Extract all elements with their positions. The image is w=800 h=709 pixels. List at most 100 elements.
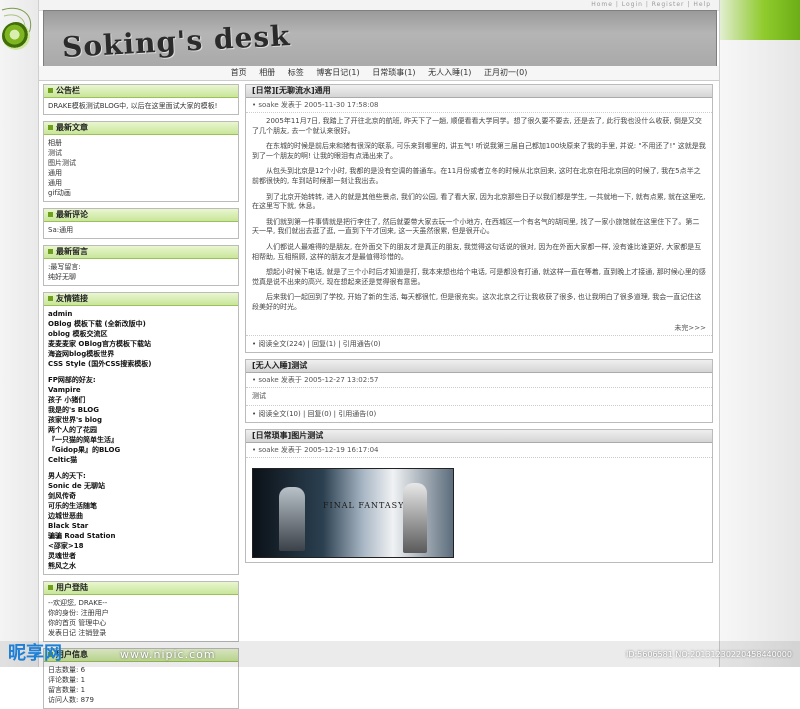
friend-link[interactable]: 孩子 小猪们 (48, 395, 234, 405)
main-nav: 首页 相册 标签 博客日记(1) 日常琐事(1) 无人入睡(1) 正月初一(0) (39, 66, 719, 81)
friend-link[interactable]: 『一只猫的简单生活』 (48, 435, 234, 445)
announce-text: DRAKE模板测试BLOG中, 以后在这里面试大家的模板! (48, 102, 218, 110)
post-paragraph: 后来我们一起回到了学校, 开始了新的生活, 每天都很忙, 但是很充实。这次北京之… (252, 293, 702, 311)
friend-link[interactable]: Sonic de 无聊站 (48, 481, 234, 491)
post-body: FINAL FANTASY VII (246, 458, 712, 562)
friend-link[interactable]: CSS Style (国外CSS搜索模板) (48, 359, 234, 369)
user-post-link[interactable]: 发表日记 注销登录 (48, 628, 234, 638)
post-body: 2005年11月7日, 我踏上了开往北京的航班, 昨天下了一趟, 顺便看看大学同… (246, 113, 712, 323)
message-link[interactable]: 纯好无聊 (48, 272, 234, 282)
message-link[interactable]: :最写留言: (48, 262, 234, 272)
recent-comments-title: 最新评论 (44, 209, 238, 222)
post-paragraph: 到了北京开始转转, 进入的就是其他些景点, 我们的公园, 看了看大家, 因为北京… (252, 192, 706, 211)
post-paragraph: 2005年11月7日, 我踏上了开往北京的航班, 昨天下了一趟, 顺便看看大学同… (252, 117, 702, 135)
post-title[interactable]: [日常琐事]图片测试 (246, 430, 712, 444)
user-login-title: 用户登陆 (44, 582, 238, 595)
nav-item-home[interactable]: 首页 (231, 68, 247, 77)
friend-link[interactable]: 海盗网blog模板世界 (48, 349, 234, 359)
swirl-icon (2, 22, 30, 50)
nav-item-album[interactable]: 相册 (259, 68, 275, 77)
user-role: 你的身份: 注册用户 (48, 609, 109, 617)
recent-comments-box: 最新评论 Sa:通用 (43, 208, 239, 239)
post-paragraph: 人们都说人最难得的是朋友, 在外面交下的朋友才是真正的朋友, 我觉得这句话说的很… (252, 242, 702, 261)
post-footer[interactable]: • 阅读全文(10) | 回复(0) | 引用通告(0) (246, 405, 712, 422)
blog-post: [无人入睡]测试 • soake 发表于 2005-12-27 13:02:57… (245, 358, 713, 424)
watermark-url: www.nipic.com (120, 648, 216, 661)
friend-link[interactable]: 剑风传奇 (48, 491, 234, 501)
comment-link[interactable]: Sa:通用 (48, 225, 234, 235)
blog-post: [日常][无聊流水]通用 • soake 发表于 2005-11-30 17:5… (245, 84, 713, 353)
friend-link-group-title: FP网部的好友: (48, 376, 96, 384)
blog-frame: Home | Login | Register | Help Soking's … (38, 0, 720, 709)
nav-item-diary[interactable]: 博客日记(1) (316, 68, 359, 77)
friend-link[interactable]: 麦麦麦家 OBlog官方模板下载站 (48, 339, 234, 349)
post-paragraph: 想起小时候下电话, 就是了三个小时后才知道是打, 我本来想也给个电话, 可是都没… (252, 268, 706, 286)
post-paragraph: 我们就到第一件事情就是把行李住了, 然后就要带大家去玩一个小地方, 在西城区一个… (252, 217, 700, 236)
nav-item-daily[interactable]: 日常琐事(1) (372, 68, 415, 77)
blog-header: Soking's desk (43, 10, 717, 68)
stat-visitors: 访问人数: 879 (48, 696, 94, 704)
post-body: 测试 (252, 391, 266, 400)
page-background-right (720, 0, 800, 667)
friend-links-box: 友情链接 admin OBlog 模板下载 (全新改版中) oblog 模板交流… (43, 292, 239, 575)
friend-link[interactable]: admin (48, 309, 234, 319)
recent-post-link[interactable]: 测试 (48, 148, 234, 158)
nav-item-sleepless[interactable]: 无人入睡(1) (428, 68, 471, 77)
post-meta: • soake 发表于 2005-11-30 17:58:08 (246, 98, 712, 113)
nav-item-tags[interactable]: 标签 (288, 68, 304, 77)
blog-logo[interactable]: Soking's desk (61, 19, 291, 64)
recent-post-link[interactable]: 图片测试 (48, 158, 234, 168)
nav-item-newyear[interactable]: 正月初一(0) (484, 68, 527, 77)
image-figure (403, 483, 427, 554)
stat-messages: 留言数量: 1 (48, 686, 86, 694)
friend-link[interactable]: OBlog 模板下载 (全新改版中) (48, 319, 234, 329)
recent-messages-title: 最新留言 (44, 246, 238, 259)
announce-box: 公告栏 DRAKE模板测试BLOG中, 以后在这里面试大家的模板! (43, 84, 239, 115)
friend-link[interactable]: 灵魂世者 (48, 551, 234, 561)
user-welcome: --欢迎您, DRAKE-- (48, 599, 108, 607)
friend-link[interactable]: 边城世恶曲 (48, 511, 234, 521)
friend-link[interactable]: 骗骗 Road Station (48, 531, 234, 541)
friend-link[interactable]: 可乐的生活随笔 (48, 501, 234, 511)
stat-comments: 评论数量: 1 (48, 676, 86, 684)
post-meta: • soake 发表于 2005-12-27 13:02:57 (246, 373, 712, 388)
post-title[interactable]: [无人入睡]测试 (246, 359, 712, 373)
watermark-logo: 昵享网 (8, 643, 62, 664)
post-meta: • soake 发表于 2005-12-19 16:17:04 (246, 443, 712, 459)
post-paragraph: 从包头到北京是12个小时, 我都的是没有空调的普通车。在11月份或者立冬的时候从… (252, 167, 701, 185)
sidebar: 公告栏 DRAKE模板测试BLOG中, 以后在这里面试大家的模板! 最新文章 相… (43, 84, 239, 709)
recent-post-link[interactable]: gif动画 (48, 188, 234, 198)
watermark-id: ID:5606581 NO:20131230220458440000 (625, 650, 792, 659)
friend-links-title: 友情链接 (44, 293, 238, 306)
friend-link[interactable]: 我是的's BLOG (48, 405, 234, 415)
friend-link[interactable]: Vampire (48, 385, 234, 395)
recent-post-link[interactable]: 相册 (48, 138, 234, 148)
post-image[interactable]: FINAL FANTASY VII (252, 468, 454, 559)
friend-link[interactable]: Celtic猫 (48, 455, 234, 465)
post-title[interactable]: [日常][无聊流水]通用 (246, 85, 712, 98)
friend-link[interactable]: oblog 模板交流区 (48, 329, 234, 339)
recent-posts-title: 最新文章 (44, 122, 238, 135)
friend-link[interactable]: 两个人的了花园 (48, 425, 234, 435)
post-footer[interactable]: • 阅读全文(224) | 回复(1) | 引用通告(0) (246, 334, 712, 352)
announce-title: 公告栏 (44, 85, 238, 98)
recent-post-link[interactable]: 通用 (48, 168, 234, 178)
read-more-link[interactable]: 未完>>> (246, 323, 712, 335)
recent-messages-box: 最新留言 :最写留言: 纯好无聊 (43, 245, 239, 286)
blog-post: [日常琐事]图片测试 • soake 发表于 2005-12-19 16:17:… (245, 429, 713, 564)
recent-posts-box: 最新文章 相册 测试 图片测试 通用 通用 gif动画 (43, 121, 239, 202)
top-links[interactable]: Home | Login | Register | Help (591, 1, 711, 8)
user-login-box: 用户登陆 --欢迎您, DRAKE-- 你的身份: 注册用户 你的首页 管理中心… (43, 581, 239, 642)
friend-link[interactable]: 『Gidop果』的BLOG (48, 445, 234, 455)
friend-link[interactable]: 熊风之水 (48, 561, 234, 571)
main-content: [日常][无聊流水]通用 • soake 发表于 2005-11-30 17:5… (245, 84, 713, 667)
page-background-left (0, 0, 40, 667)
watermark-bar: 昵享网 www.nipic.com ID:5606581 NO:20131230… (0, 641, 800, 667)
friend-link[interactable]: Black Star (48, 521, 234, 531)
friend-link-group-title: 男人的天下: (48, 472, 86, 480)
friend-link[interactable]: 孩家世界's blog (48, 415, 234, 425)
user-manage-link[interactable]: 你的首页 管理中心 (48, 618, 234, 628)
green-corner-decoration (710, 0, 800, 40)
recent-post-link[interactable]: 通用 (48, 178, 234, 188)
friend-link[interactable]: <邵家>18 (48, 541, 234, 551)
